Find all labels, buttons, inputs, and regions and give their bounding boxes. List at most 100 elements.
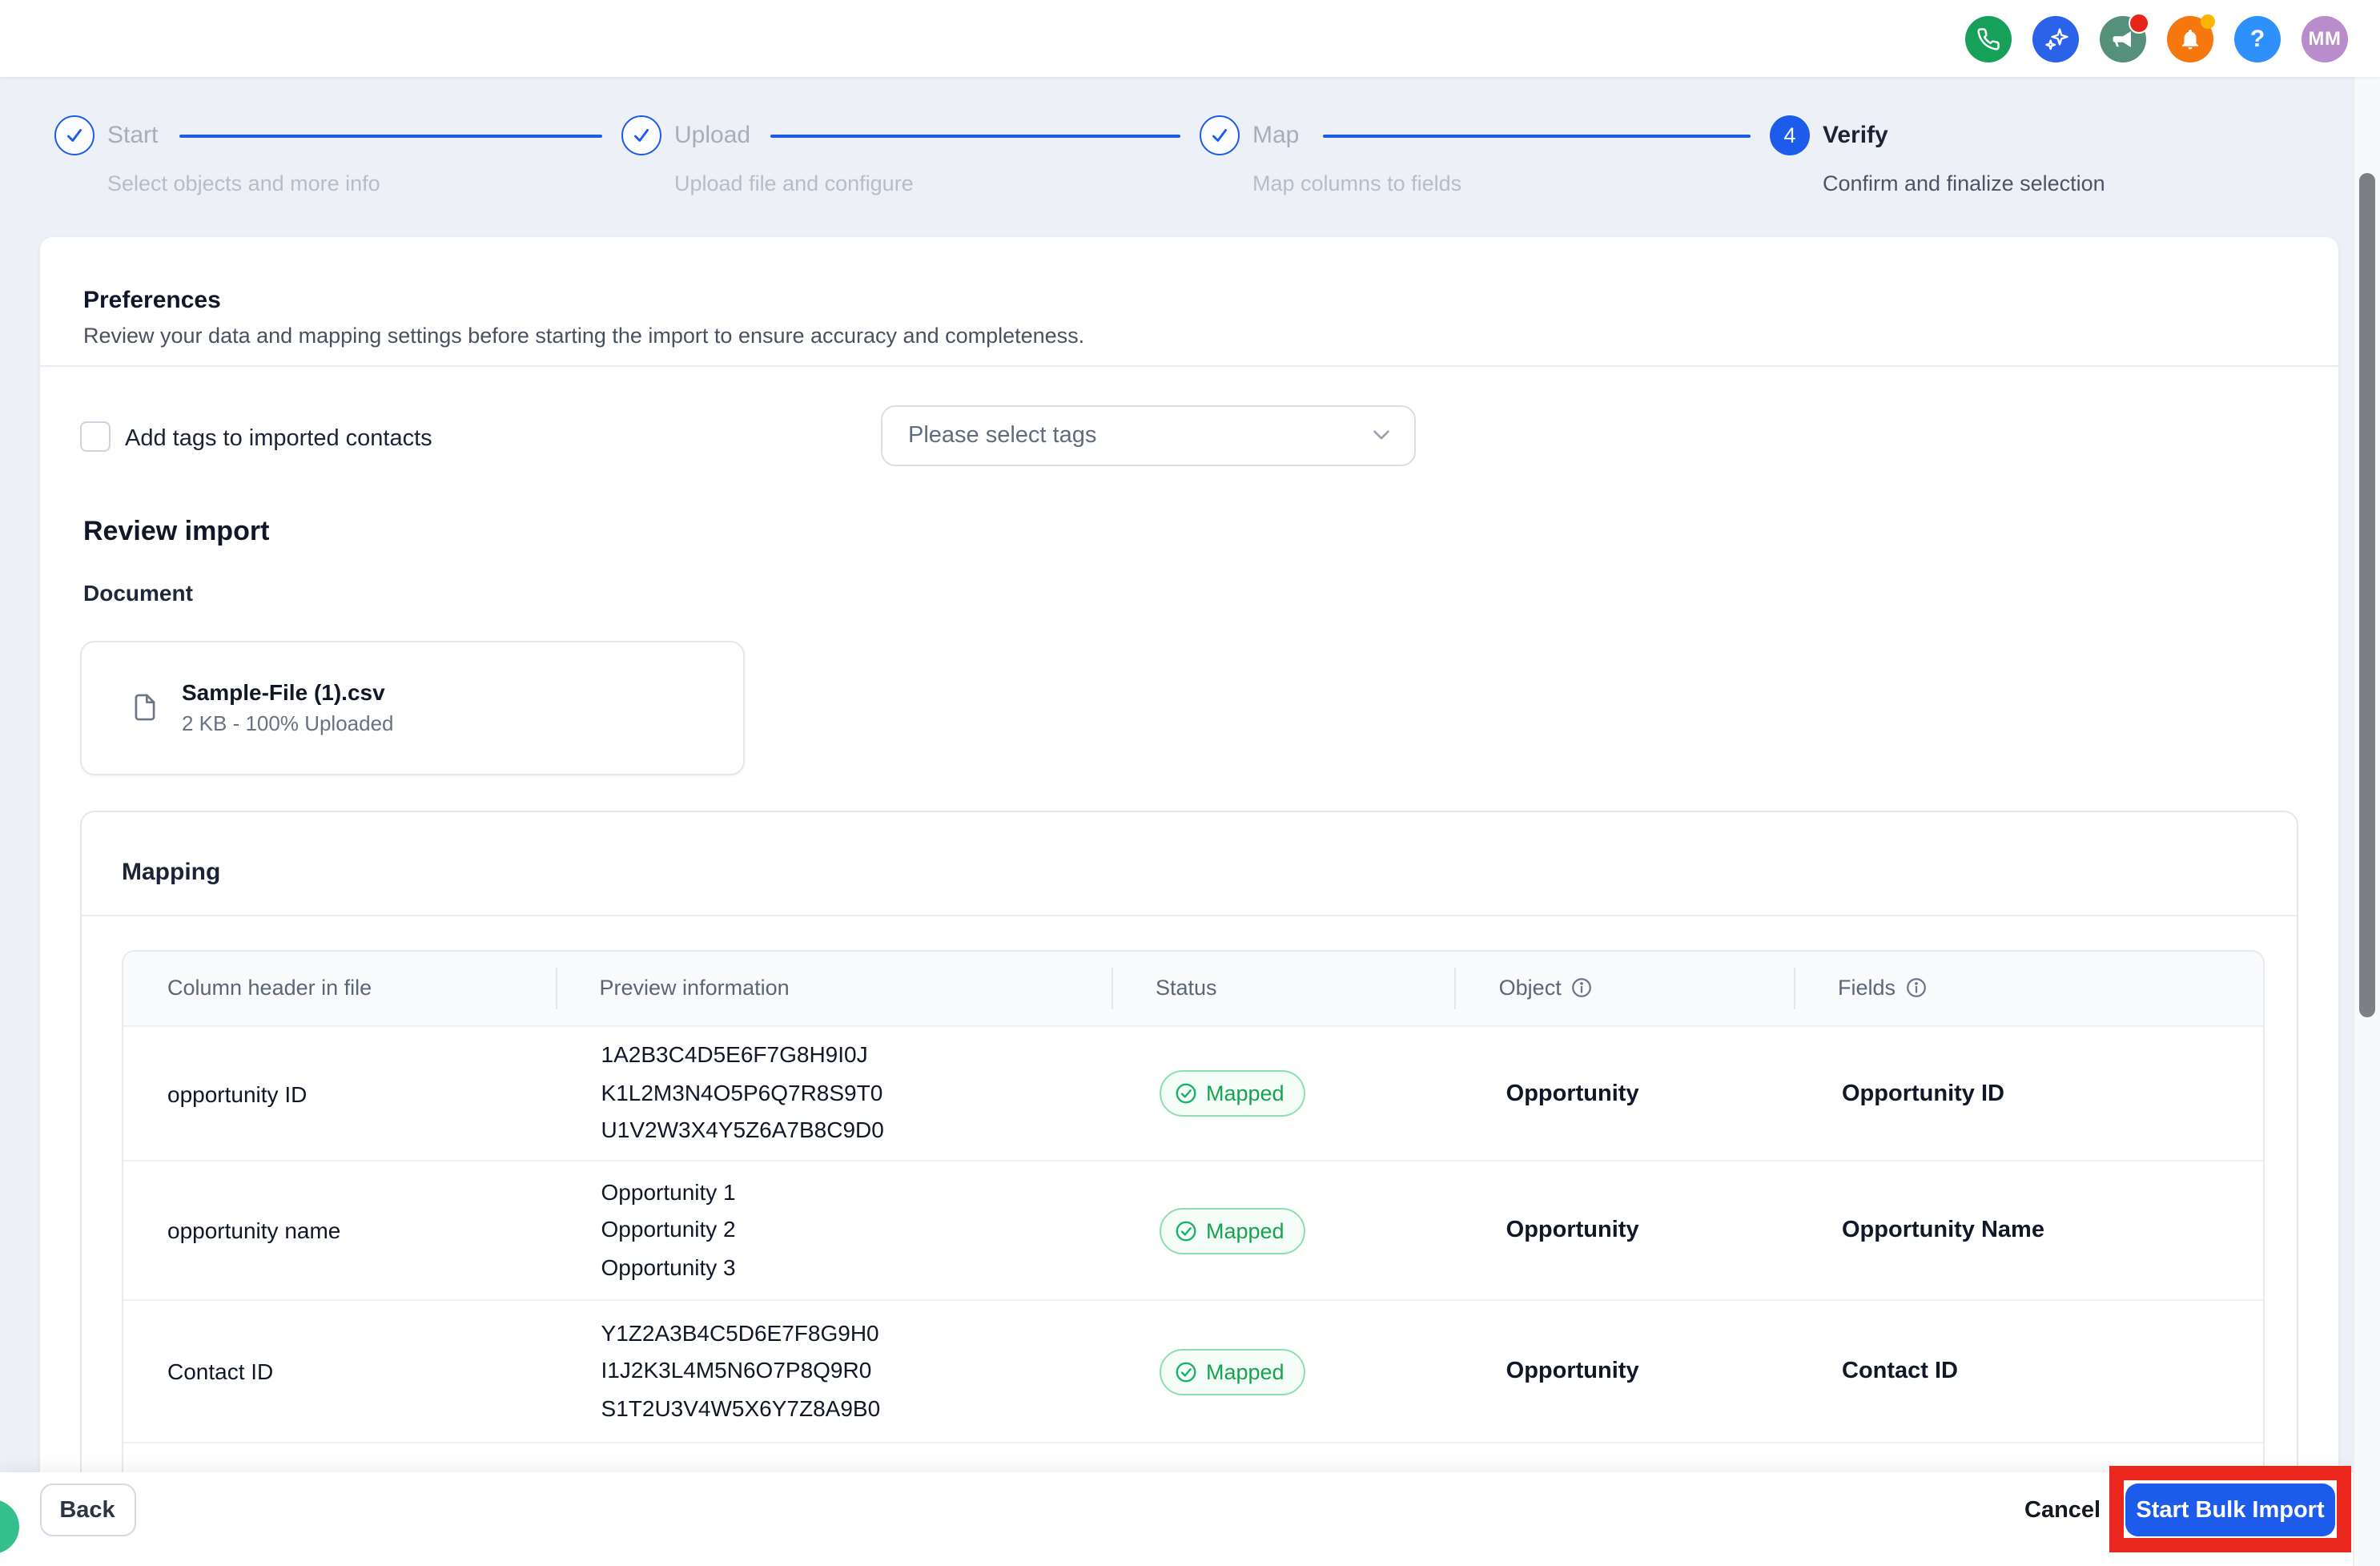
row-preview: Opportunity 1 Opportunity 2 Opportunity … — [556, 1174, 1112, 1287]
preferences-title: Preferences — [83, 286, 221, 313]
status-badge: Mapped — [1159, 1348, 1305, 1395]
column-separator — [1794, 967, 1795, 1009]
check-circle-icon — [1176, 1220, 1196, 1241]
phone-icon[interactable] — [1965, 15, 2012, 62]
step-number: 4 — [1783, 123, 1796, 147]
table-row: opportunity ID 1A2B3C4D5E6F7G8H9I0J K1L2… — [123, 1027, 2262, 1161]
section-divider — [40, 364, 2338, 366]
preview-line: U1V2W3X4Y5Z6A7B8C9D0 — [601, 1117, 884, 1143]
row-column-header: Contact ID — [167, 1359, 274, 1384]
step-map-label[interactable]: Map — [1252, 122, 1299, 149]
mapping-table: Column header in file Preview informatio… — [122, 949, 2264, 1501]
row-object: Opportunity — [1506, 1359, 1639, 1384]
row-status: Mapped — [1112, 1207, 1455, 1254]
step-verify-label[interactable]: Verify — [1823, 122, 1888, 149]
add-tags-label: Add tags to imported contacts — [125, 425, 432, 451]
mapping-card: Mapping Column header in file Preview in… — [80, 811, 2298, 1503]
row-field: Contact ID — [1842, 1359, 1958, 1384]
column-header: Object — [1454, 951, 1794, 1025]
avatar[interactable]: MM — [2302, 15, 2348, 62]
preview-line: I1J2K3L4M5N6O7P8Q9R0 — [601, 1357, 872, 1383]
review-import-title: Review import — [83, 515, 270, 545]
check-icon — [67, 129, 82, 142]
table-header-row: Column header in file Preview informatio… — [123, 951, 2262, 1027]
step-upload-circle[interactable] — [621, 115, 661, 155]
file-meta: 2 KB - 100% Uploaded — [182, 711, 394, 735]
check-circle-icon — [1176, 1083, 1196, 1104]
column-header: Preview information — [555, 951, 1112, 1025]
column-separator — [555, 967, 557, 1009]
notification-dot — [2201, 14, 2215, 28]
help-icon[interactable]: ? — [2234, 15, 2281, 62]
step-verify-sublabel: Confirm and finalize selection — [1823, 171, 2105, 195]
preview-line: Y1Z2A3B4C5D6E7F8G9H0 — [601, 1319, 879, 1346]
top-bar: ? MM — [0, 0, 2380, 77]
add-tags-checkbox[interactable] — [80, 421, 111, 451]
row-status: Mapped — [1112, 1348, 1455, 1395]
column-header-label: Fields — [1838, 976, 1896, 1000]
ai-sparkles-icon[interactable] — [2032, 15, 2079, 62]
step-map-sublabel: Map columns to fields — [1252, 171, 1462, 195]
preview-line: 1A2B3C4D5E6F7G8H9I0J — [601, 1041, 868, 1068]
column-header-label: Preview information — [599, 976, 790, 1000]
scrollbar-thumb[interactable] — [2359, 172, 2375, 1017]
scrollbar-track[interactable] — [2353, 77, 2380, 1566]
preview-line: S1T2U3V4W5X6Y7Z8A9B0 — [601, 1395, 881, 1421]
file-name: Sample-File (1).csv — [182, 679, 385, 705]
row-preview: Y1Z2A3B4C5D6E7F8G9H0 I1J2K3L4M5N6O7P8Q9R… — [556, 1315, 1112, 1428]
notification-dot — [2129, 12, 2149, 33]
preview-line: Opportunity 1 — [601, 1178, 736, 1205]
step-upload-label[interactable]: Upload — [674, 122, 750, 149]
uploaded-file-card[interactable]: Sample-File (1).csv 2 KB - 100% Uploaded — [79, 640, 744, 775]
status-badge-label: Mapped — [1205, 1081, 1284, 1105]
status-badge-label: Mapped — [1205, 1218, 1284, 1242]
step-verify-circle[interactable]: 4 — [1770, 115, 1810, 155]
row-field: Opportunity ID — [1842, 1081, 2004, 1106]
status-badge: Mapped — [1159, 1207, 1305, 1254]
status-badge-label: Mapped — [1205, 1359, 1284, 1383]
column-header: Status — [1111, 951, 1455, 1025]
preview-line: K1L2M3N4O5P6Q7R8S9T0 — [601, 1079, 883, 1105]
row-column-header: opportunity ID — [167, 1081, 308, 1106]
back-button[interactable]: Back — [39, 1483, 135, 1536]
column-header-label: Status — [1155, 976, 1217, 1000]
info-icon[interactable] — [1571, 978, 1592, 999]
step-connector — [770, 134, 1180, 137]
mapping-title: Mapping — [122, 859, 221, 886]
row-preview: 1A2B3C4D5E6F7G8H9I0J K1L2M3N4O5P6Q7R8S9T… — [556, 1037, 1112, 1150]
check-icon — [634, 129, 649, 142]
content-card: Preferences Review your data and mapping… — [40, 236, 2338, 1504]
step-connector — [179, 134, 602, 137]
step-upload-sublabel: Upload file and configure — [674, 171, 914, 195]
tags-select-placeholder: Please select tags — [908, 422, 1097, 448]
start-bulk-import-button[interactable]: Start Bulk Import — [2125, 1483, 2335, 1536]
row-field: Opportunity Name — [1842, 1218, 2044, 1243]
row-column-header: opportunity name — [167, 1218, 341, 1243]
step-start-label[interactable]: Start — [107, 122, 158, 149]
column-header-label: Column header in file — [167, 976, 372, 1000]
notifications-bell-icon[interactable] — [2167, 14, 2215, 62]
step-connector — [1323, 134, 1751, 137]
table-row: Contact ID Y1Z2A3B4C5D6E7F8G9H0 I1J2K3L4… — [123, 1301, 2262, 1443]
table-row: opportunity name Opportunity 1 Opportuni… — [123, 1161, 2262, 1301]
preview-line: Opportunity 2 — [601, 1216, 736, 1242]
info-icon[interactable] — [1905, 978, 1926, 999]
step-start-sublabel: Select objects and more info — [107, 171, 380, 195]
document-label: Document — [83, 579, 193, 605]
column-separator — [1454, 967, 1457, 1009]
row-status: Mapped — [1112, 1070, 1455, 1117]
cancel-button[interactable]: Cancel — [2015, 1492, 2110, 1530]
column-header: Column header in file — [123, 951, 556, 1025]
preferences-description: Review your data and mapping settings be… — [83, 323, 1085, 347]
step-start-circle[interactable] — [54, 115, 94, 155]
avatar-initials: MM — [2308, 27, 2342, 50]
row-object: Opportunity — [1506, 1081, 1639, 1106]
check-icon — [1212, 129, 1227, 142]
check-circle-icon — [1176, 1361, 1196, 1382]
tags-select[interactable]: Please select tags — [881, 405, 1416, 465]
help-glyph: ? — [2249, 25, 2265, 52]
column-separator — [1111, 967, 1113, 1009]
step-map-circle[interactable] — [1200, 115, 1240, 155]
preview-line: Opportunity 3 — [601, 1254, 736, 1280]
announcements-megaphone-icon[interactable] — [2100, 12, 2149, 62]
